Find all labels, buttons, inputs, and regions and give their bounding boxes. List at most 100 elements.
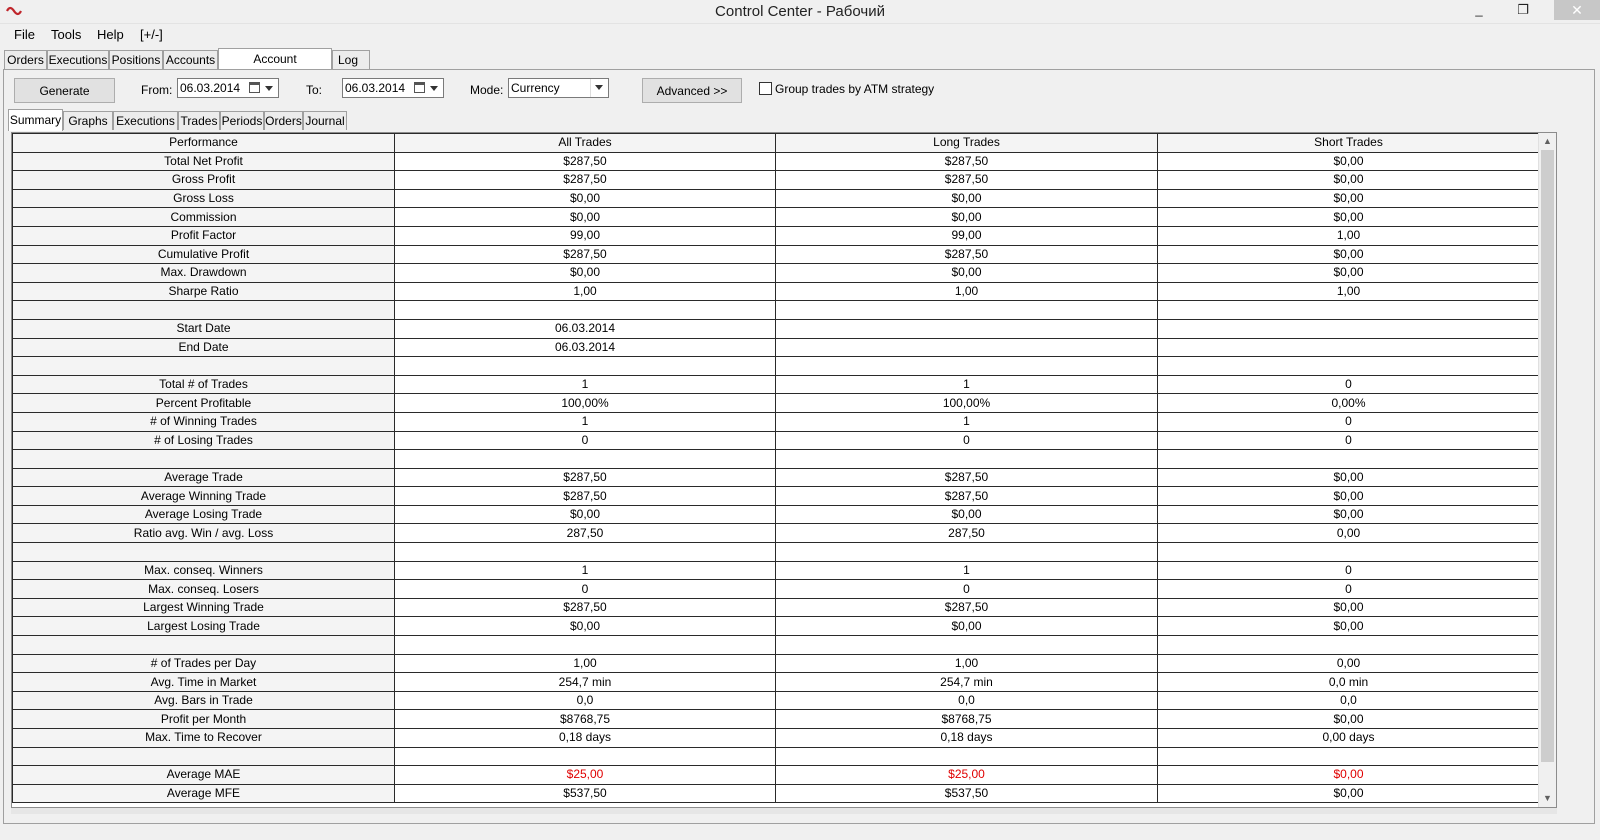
table-row[interactable] xyxy=(12,635,1540,655)
table-row[interactable]: Commission $0,00 $0,00 $0,00 xyxy=(12,207,1540,227)
cell-short-trades: 1,00 xyxy=(1157,281,1540,302)
cell-long-trades: $0,00 xyxy=(775,616,1158,637)
menu-toggle[interactable]: [+/-] xyxy=(140,27,163,42)
table-row[interactable]: Largest Losing Trade $0,00 $0,00 $0,00 xyxy=(12,616,1540,637)
cell-long-trades xyxy=(775,356,1158,376)
row-label: # of Winning Trades xyxy=(12,411,395,432)
table-row[interactable]: Profit Factor 99,00 99,00 1,00 xyxy=(12,225,1540,246)
cell-all-trades: 287,50 xyxy=(394,523,776,544)
cell-all-trades: $287,50 xyxy=(394,486,776,506)
cell-short-trades: 0 xyxy=(1157,411,1540,432)
table-row[interactable]: Avg. Bars in Trade 0,0 0,0 0,0 xyxy=(12,690,1540,711)
cell-long-trades: 0,0 xyxy=(775,690,1158,711)
chevron-down-icon[interactable] xyxy=(430,86,438,91)
horizontal-scrollbar[interactable] xyxy=(11,808,1557,814)
row-label xyxy=(12,449,395,469)
column-header-long-trades[interactable]: Long Trades xyxy=(775,133,1158,153)
table-row[interactable]: Max. Drawdown $0,00 $0,00 $0,00 xyxy=(12,263,1540,283)
tab-positions[interactable]: Positions xyxy=(109,50,163,69)
from-date-value: 06.03.2014 xyxy=(180,81,241,95)
table-row[interactable]: Percent Profitable 100,00% 100,00% 0,00% xyxy=(12,393,1540,413)
table-row[interactable]: # of Winning Trades 1 1 0 xyxy=(12,411,1540,432)
cell-all-trades: 0 xyxy=(394,579,776,599)
table-row[interactable]: Max. Time to Recover 0,18 days 0,18 days 0,… xyxy=(12,728,1540,748)
table-row[interactable]: Average Losing Trade $0,00 $0,00 $0,00 xyxy=(12,504,1540,525)
column-header-short-trades[interactable]: Short Trades xyxy=(1157,133,1540,153)
table-row[interactable]: Ratio avg. Win / avg. Loss 287,50 287,50 0,… xyxy=(12,523,1540,544)
table-row[interactable] xyxy=(12,542,1540,562)
tab-executions[interactable]: Executions xyxy=(47,50,109,69)
menu-tools[interactable]: Tools xyxy=(51,27,81,42)
group-trades-checkbox[interactable] xyxy=(759,82,772,95)
table-row[interactable]: Average MAE $25,00 $25,00 $0,00 xyxy=(12,765,1540,785)
table-row[interactable]: # of Losing Trades 0 0 0 xyxy=(12,430,1540,451)
row-label xyxy=(12,746,395,767)
table-row[interactable]: Start Date 06.03.2014 xyxy=(12,318,1540,339)
tab-log[interactable]: Log xyxy=(332,50,370,69)
table-row[interactable] xyxy=(12,449,1540,469)
table-row[interactable]: Avg. Time in Market 254,7 min 254,7 min 0,0… xyxy=(12,672,1540,692)
tab-journal[interactable]: Journal xyxy=(303,111,347,130)
tab-orders[interactable]: Orders xyxy=(4,50,47,69)
mode-select[interactable]: Currency xyxy=(508,78,609,98)
column-header-performance[interactable]: Performance xyxy=(12,133,395,153)
to-date-picker[interactable]: 06.03.2014 xyxy=(342,78,444,98)
table-row[interactable]: Average Winning Trade $287,50 $287,50 $0,00 xyxy=(12,486,1540,506)
chevron-down-icon[interactable] xyxy=(590,79,608,97)
advanced-button[interactable]: Advanced >> xyxy=(642,78,742,103)
performance-grid[interactable]: Performance All Trades Long Trades Short Tr… xyxy=(11,132,1557,808)
tab-graphs[interactable]: Graphs xyxy=(63,111,113,130)
close-button[interactable]: ✕ xyxy=(1554,0,1600,20)
title-bar: Control Center - Рабочий _ ❐ ✕ xyxy=(0,0,1600,24)
scroll-thumb[interactable] xyxy=(1541,150,1554,762)
table-row[interactable]: Max. conseq. Losers 0 0 0 xyxy=(12,579,1540,599)
scroll-up-icon[interactable]: ▲ xyxy=(1539,133,1556,150)
cell-all-trades xyxy=(394,356,776,376)
table-row[interactable]: Max. conseq. Winners 1 1 0 xyxy=(12,560,1540,581)
vertical-scrollbar[interactable]: ▲ ▼ xyxy=(1538,133,1556,807)
table-row[interactable]: Average MFE $537,50 $537,50 $0,00 xyxy=(12,783,1540,804)
chevron-down-icon[interactable] xyxy=(265,86,273,91)
tab-account-performance[interactable]: Account Performance xyxy=(218,48,332,87)
menu-help[interactable]: Help xyxy=(97,27,124,42)
tab-trades[interactable]: Trades xyxy=(178,111,220,130)
row-label: Max. Time to Recover xyxy=(12,728,395,748)
cell-short-trades xyxy=(1157,542,1540,562)
tab-sub-orders[interactable]: Orders xyxy=(264,111,303,130)
table-row[interactable]: Gross Profit $287,50 $287,50 $0,00 xyxy=(12,170,1540,190)
cell-long-trades: 0 xyxy=(775,430,1158,451)
table-row[interactable]: Largest Winning Trade $287,50 $287,50 $0,00 xyxy=(12,597,1540,618)
table-row[interactable]: Cumulative Profit $287,50 $287,50 $0,00 xyxy=(12,244,1540,265)
calendar-icon[interactable] xyxy=(414,82,425,93)
tab-accounts[interactable]: Accounts xyxy=(163,50,218,69)
table-row[interactable]: Total # of Trades 1 1 0 xyxy=(12,374,1540,395)
table-row[interactable] xyxy=(12,356,1540,376)
row-label: # of Losing Trades xyxy=(12,430,395,451)
cell-long-trades xyxy=(775,337,1158,358)
from-date-picker[interactable]: 06.03.2014 xyxy=(177,78,279,98)
column-header-all-trades[interactable]: All Trades xyxy=(394,133,776,153)
table-row[interactable]: Sharpe Ratio 1,00 1,00 1,00 xyxy=(12,281,1540,302)
table-row[interactable]: Profit per Month $8768,75 $8768,75 $0,00 xyxy=(12,709,1540,729)
table-row[interactable] xyxy=(12,746,1540,767)
menu-file[interactable]: File xyxy=(14,27,35,42)
calendar-icon[interactable] xyxy=(249,82,260,93)
tab-periods[interactable]: Periods xyxy=(220,111,264,130)
restore-button[interactable]: ❐ xyxy=(1508,0,1538,20)
table-row[interactable] xyxy=(12,300,1540,320)
tab-summary[interactable]: Summary xyxy=(8,109,63,131)
cell-short-trades: 0 xyxy=(1157,579,1540,599)
cell-short-trades: $0,00 xyxy=(1157,170,1540,190)
table-row[interactable]: Average Trade $287,50 $287,50 $0,00 xyxy=(12,467,1540,488)
table-row[interactable]: Gross Loss $0,00 $0,00 $0,00 xyxy=(12,188,1540,209)
scroll-down-icon[interactable]: ▼ xyxy=(1539,790,1556,807)
minimize-button[interactable]: _ xyxy=(1464,0,1494,20)
generate-button[interactable]: Generate xyxy=(14,78,115,103)
table-row[interactable]: # of Trades per Day 1,00 1,00 0,00 xyxy=(12,653,1540,674)
cell-all-trades: $0,00 xyxy=(394,504,776,525)
tab-sub-executions[interactable]: Executions xyxy=(113,111,178,130)
table-row[interactable]: Total Net Profit $287,50 $287,50 $0,00 xyxy=(12,151,1540,172)
row-label: Total Net Profit xyxy=(12,151,395,172)
cell-all-trades: 254,7 min xyxy=(394,672,776,692)
table-row[interactable]: End Date 06.03.2014 xyxy=(12,337,1540,358)
